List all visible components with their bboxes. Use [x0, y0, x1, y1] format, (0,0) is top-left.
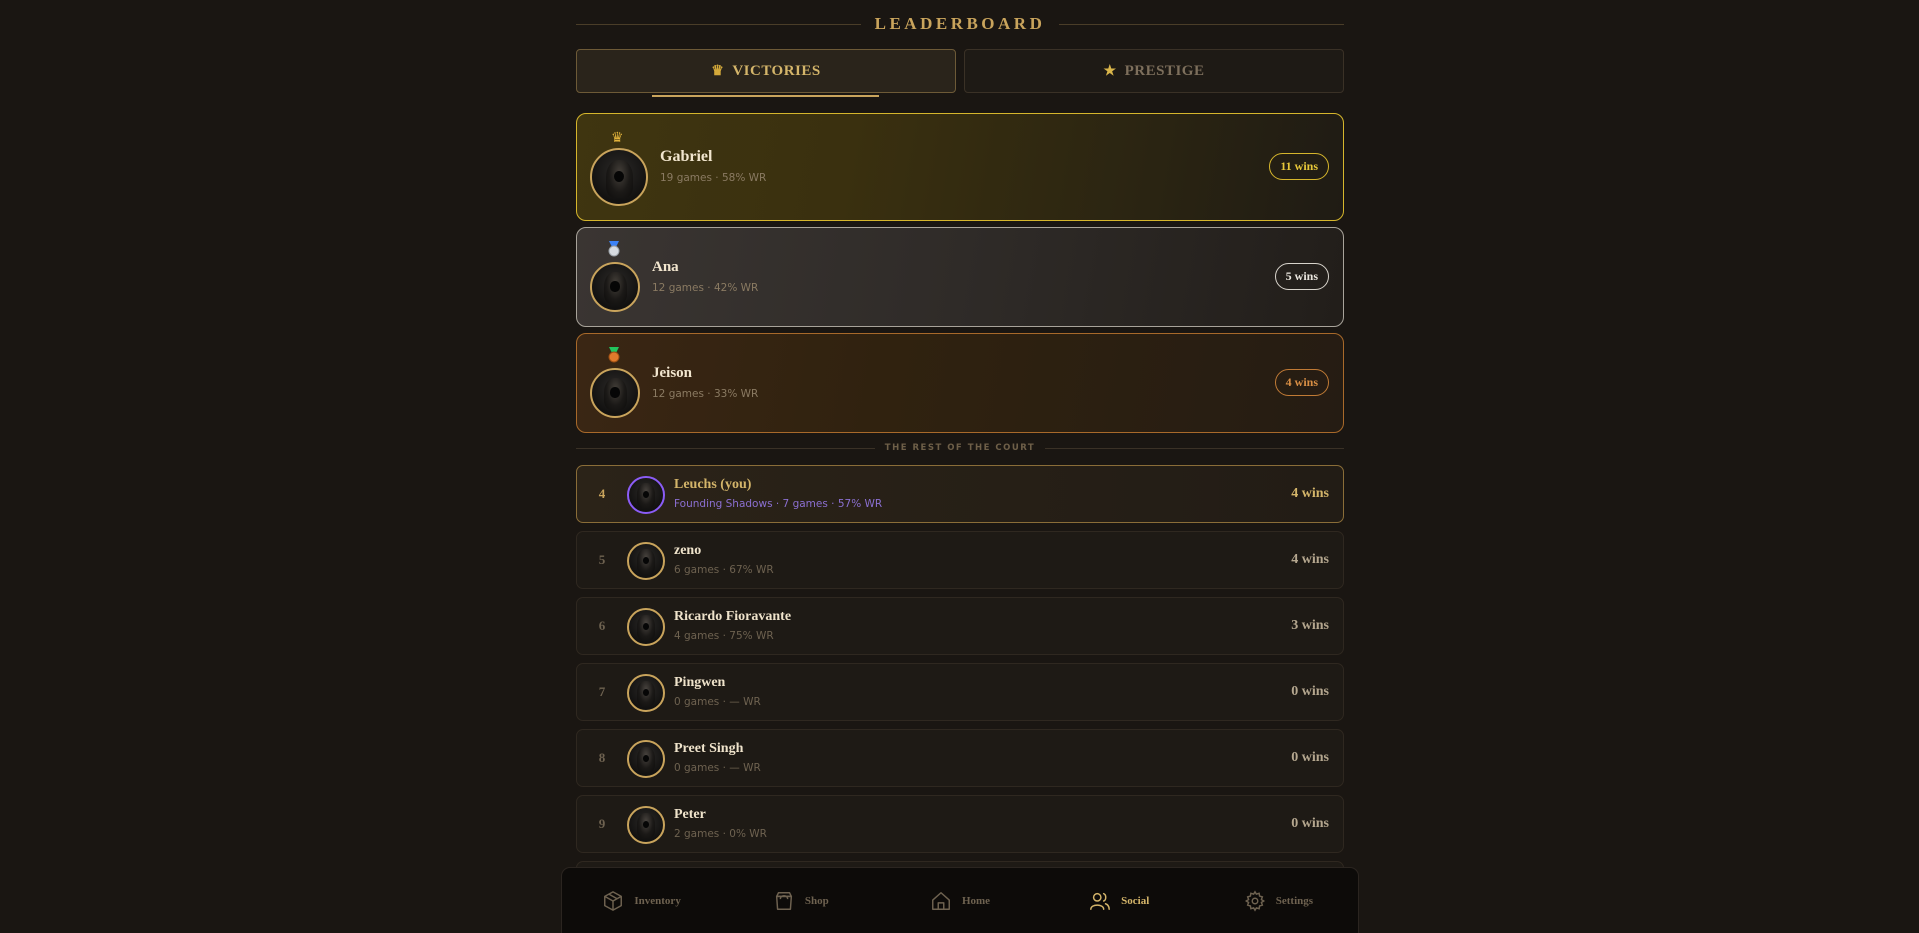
- active-tab-indicator: [652, 95, 879, 97]
- avatar: [590, 368, 640, 418]
- leaderboard-tabs: ♛ VICTORIES ★ PRESTIGE: [576, 49, 1344, 93]
- nav-shop-label: Shop: [804, 894, 829, 907]
- star-icon: ★: [1103, 63, 1117, 79]
- wins-count: 0 wins: [1291, 684, 1329, 699]
- player-name: Gabriel: [660, 148, 713, 165]
- table-row[interactable]: 8 Preet Singh 0 games · — WR 0 wins: [576, 729, 1344, 787]
- avatar: [627, 542, 665, 580]
- rank-number: 7: [598, 684, 606, 699]
- player-stats: 2 games · 0% WR: [674, 828, 767, 840]
- player-name: Jeison: [652, 365, 693, 381]
- nav-social[interactable]: Social: [1040, 868, 1199, 933]
- rank-number: 5: [598, 552, 606, 567]
- bottom-nav: Inventory Shop Home Social Settings: [561, 867, 1359, 933]
- page-title: LEADERBOARD: [874, 14, 1046, 33]
- avatar: [627, 674, 665, 712]
- avatar: [627, 740, 665, 778]
- wins-count: 3 wins: [1291, 618, 1329, 633]
- avatar: [627, 806, 665, 844]
- rank-number: 9: [598, 816, 606, 831]
- nav-settings-label: Settings: [1275, 894, 1314, 907]
- wins-count: 0 wins: [1291, 816, 1329, 831]
- crown-icon: ♛: [711, 63, 725, 79]
- rank-number: 8: [598, 750, 606, 765]
- player-name: Peter: [674, 807, 706, 822]
- player-name: Pingwen: [674, 675, 726, 690]
- tab-victories-label: VICTORIES: [732, 62, 821, 79]
- player-stats: 0 games · — WR: [674, 762, 761, 774]
- podium-third-place[interactable]: Jeison 12 games · 33% WR 4 wins: [576, 333, 1344, 433]
- header-rule-right: [1059, 23, 1344, 25]
- player-stats: 12 games · 33% WR: [652, 388, 759, 400]
- tab-victories[interactable]: ♛ VICTORIES: [576, 49, 956, 93]
- nav-home[interactable]: Home: [880, 868, 1039, 933]
- wins-badge: 5 wins: [1274, 263, 1329, 290]
- podium-second-place[interactable]: Ana 12 games · 42% WR 5 wins: [576, 227, 1344, 327]
- tab-prestige-label: PRESTIGE: [1124, 62, 1205, 79]
- box-icon: [604, 890, 623, 911]
- nav-home-label: Home: [961, 894, 991, 907]
- table-row-you[interactable]: 4 Leuchs (you) Founding Shadows · 7 game…: [576, 465, 1344, 523]
- bronze-medal-icon: [607, 347, 621, 368]
- wins-badge: 11 wins: [1269, 153, 1329, 180]
- player-stats: 12 games · 42% WR: [652, 282, 759, 294]
- table-row[interactable]: 7 Pingwen 0 games · — WR 0 wins: [576, 663, 1344, 721]
- player-name: Leuchs (you): [674, 477, 752, 492]
- wins-count: 4 wins: [1291, 552, 1329, 567]
- nav-inventory-label: Inventory: [634, 894, 681, 907]
- avatar: [627, 476, 665, 514]
- nav-inventory[interactable]: Inventory: [562, 868, 721, 933]
- section-divider-label: THE REST OF THE COURT: [884, 443, 1036, 453]
- header-rule-left: [576, 23, 861, 25]
- gear-icon: [1244, 889, 1265, 912]
- player-stats: 0 games · — WR: [674, 696, 761, 708]
- users-icon: [1090, 892, 1111, 910]
- rank-number: 4: [598, 486, 606, 501]
- player-name: Preet Singh: [674, 741, 744, 756]
- section-divider: THE REST OF THE COURT: [576, 443, 1344, 453]
- home-icon: [931, 891, 950, 910]
- shopping-bag-icon: [775, 891, 792, 910]
- avatar: [590, 262, 640, 312]
- rank-number: 6: [598, 618, 606, 633]
- wins-count: 0 wins: [1291, 750, 1329, 765]
- nav-shop[interactable]: Shop: [721, 868, 880, 933]
- player-stats: 4 games · 75% WR: [674, 630, 774, 642]
- player-stats: 19 games · 58% WR: [660, 172, 767, 184]
- crown-icon: ♛: [611, 131, 624, 146]
- tab-prestige[interactable]: ★ PRESTIGE: [964, 49, 1344, 93]
- silver-medal-icon: [607, 241, 621, 262]
- player-stats: Founding Shadows · 7 games · 57% WR: [674, 498, 883, 510]
- nav-settings[interactable]: Settings: [1199, 868, 1358, 933]
- player-stats: 6 games · 67% WR: [674, 564, 774, 576]
- wins-count: 4 wins: [1291, 486, 1329, 501]
- page-header: LEADERBOARD: [576, 10, 1344, 38]
- nav-social-label: Social: [1121, 894, 1150, 907]
- avatar: [627, 608, 665, 646]
- table-row[interactable]: 5 zeno 6 games · 67% WR 4 wins: [576, 531, 1344, 589]
- player-name: Ana: [652, 259, 679, 275]
- wins-badge: 4 wins: [1274, 369, 1329, 396]
- podium-first-place[interactable]: ♛ Gabriel 19 games · 58% WR 11 wins: [576, 113, 1344, 221]
- table-row[interactable]: 9 Peter 2 games · 0% WR 0 wins: [576, 795, 1344, 853]
- table-row[interactable]: 6 Ricardo Fioravante 4 games · 75% WR 3 …: [576, 597, 1344, 655]
- player-name: zeno: [674, 543, 702, 558]
- player-name: Ricardo Fioravante: [674, 609, 792, 624]
- avatar: [590, 148, 648, 206]
